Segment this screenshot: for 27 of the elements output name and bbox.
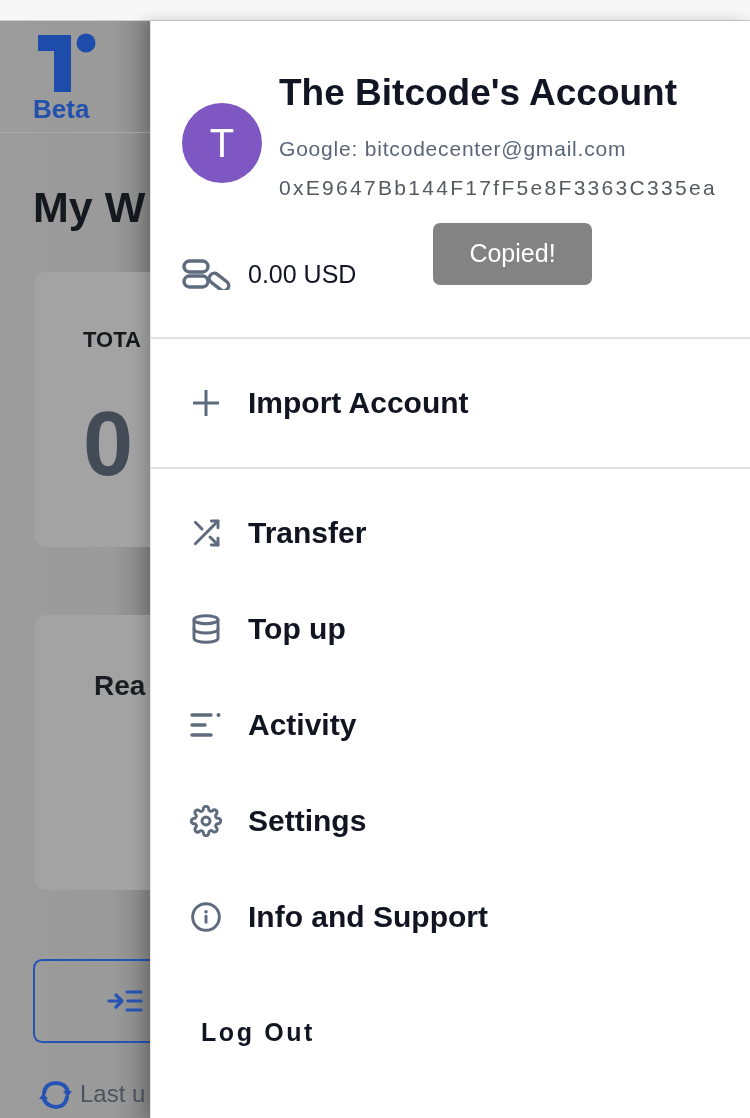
logout-button[interactable]: Log Out xyxy=(151,985,325,1081)
database-icon xyxy=(190,613,222,645)
copied-tooltip: Copied! xyxy=(433,223,592,285)
menu-item[interactable]: Activity xyxy=(151,677,367,773)
coins-icon xyxy=(182,259,231,290)
info-icon xyxy=(190,901,222,933)
menu-item[interactable]: Import Account xyxy=(151,339,479,467)
settings-icon xyxy=(190,805,222,837)
card-label: TOTA xyxy=(83,326,141,353)
indent-arrow-icon xyxy=(107,988,143,1013)
balance-amount: 0 xyxy=(83,393,134,496)
menu-item[interactable]: Info and Support xyxy=(151,869,498,965)
wallet-address[interactable]: 0xE9647Bb144F17fF5e8F3363C335ea xyxy=(279,173,717,201)
balance-value: 0.00 USD xyxy=(248,259,357,290)
plus-icon xyxy=(190,387,222,419)
menu-item[interactable]: Top up xyxy=(151,581,356,677)
sync-icon xyxy=(38,1079,73,1110)
avatar: T xyxy=(182,103,262,183)
account-name: The Bitcode's Account xyxy=(279,71,678,115)
last-updated-text: Last u xyxy=(80,1080,146,1109)
menu-item[interactable]: Transfer xyxy=(151,485,377,581)
card-title: Rea xyxy=(94,668,146,703)
beta-label: Beta xyxy=(33,96,90,122)
menu-item[interactable]: Settings xyxy=(151,773,377,869)
page-heading: My W xyxy=(33,182,146,233)
logo-icon xyxy=(38,33,96,93)
login-email: Google: bitcodecenter@gmail.com xyxy=(279,136,627,163)
